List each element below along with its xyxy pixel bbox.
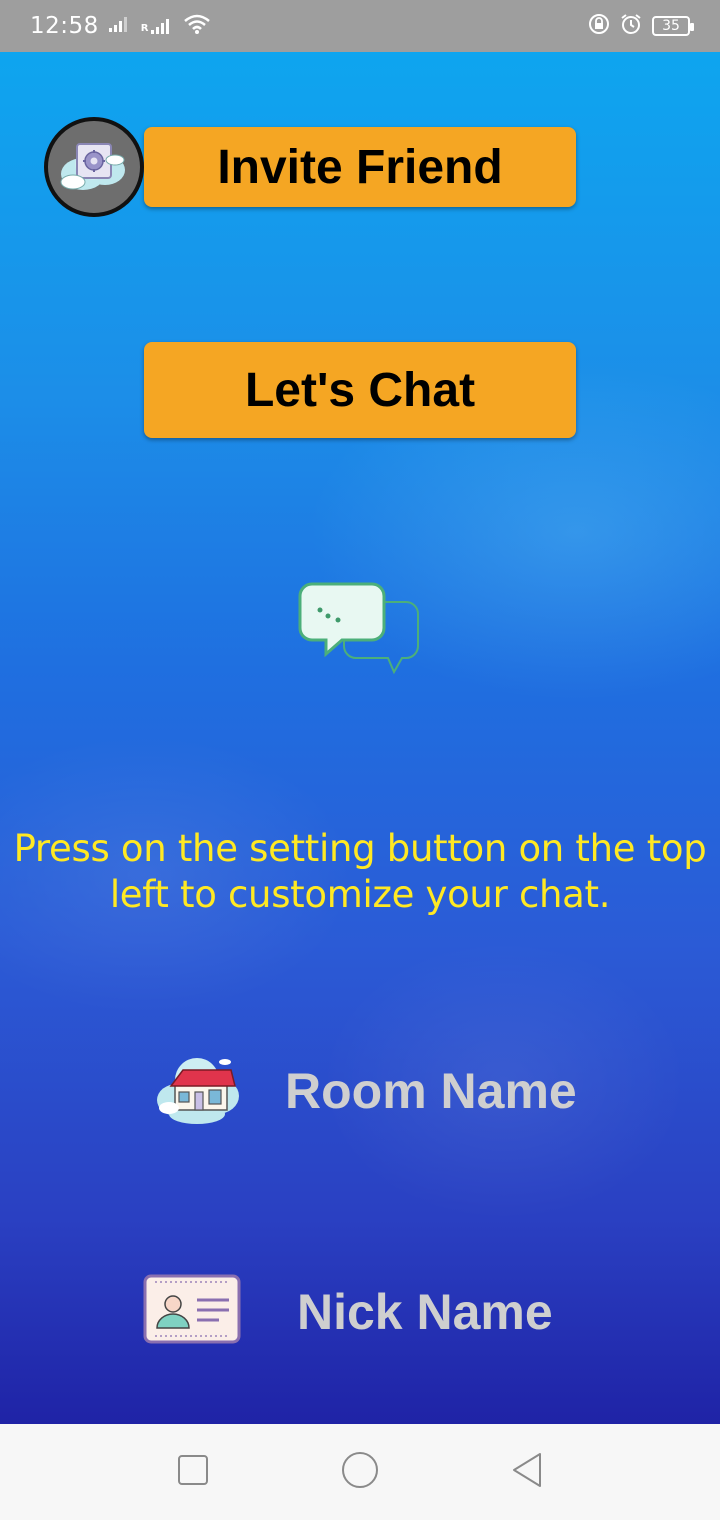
room-name-field[interactable]: Room Name: [155, 1050, 577, 1131]
settings-button[interactable]: [44, 117, 144, 217]
alarm-icon: [620, 13, 642, 39]
status-bar: 12:58 R 35: [0, 0, 720, 52]
house-cloud-icon: [155, 1050, 241, 1131]
back-button[interactable]: [497, 1442, 557, 1502]
navigation-bar: [0, 1424, 720, 1520]
home-circle-icon: [341, 1451, 379, 1494]
wifi-icon: [183, 13, 211, 39]
recents-square-icon: [177, 1454, 209, 1491]
home-button[interactable]: [330, 1442, 390, 1502]
status-time: 12:58: [30, 13, 99, 39]
back-triangle-icon: [510, 1452, 544, 1493]
status-right: 35: [588, 13, 694, 39]
settings-hint-text: Press on the setting button on the top l…: [13, 827, 707, 916]
rotation-lock-icon: [588, 13, 610, 39]
roaming-signal-icon: R: [141, 18, 173, 34]
roaming-indicator: R: [140, 23, 149, 34]
status-left: 12:58 R: [30, 13, 211, 39]
invite-friend-button[interactable]: Invite Friend: [144, 127, 576, 207]
invite-friend-label: Invite Friend: [217, 140, 503, 194]
battery-icon: 35: [652, 16, 694, 36]
battery-level: 35: [662, 18, 680, 34]
chat-bubbles-icon: [298, 582, 424, 683]
main-screen: Invite Friend Let's Chat Press on the se…: [0, 52, 720, 1424]
nick-name-field[interactable]: Nick Name: [143, 1274, 553, 1349]
lets-chat-button[interactable]: Let's Chat: [144, 342, 576, 438]
room-name-label: Room Name: [285, 1062, 577, 1119]
id-card-icon: [143, 1274, 241, 1349]
signal-icon: [108, 16, 131, 36]
lets-chat-label: Let's Chat: [244, 363, 476, 417]
settings-gear-cloud-icon: [53, 130, 135, 205]
recents-button[interactable]: [163, 1442, 223, 1502]
nick-name-label: Nick Name: [297, 1283, 553, 1340]
